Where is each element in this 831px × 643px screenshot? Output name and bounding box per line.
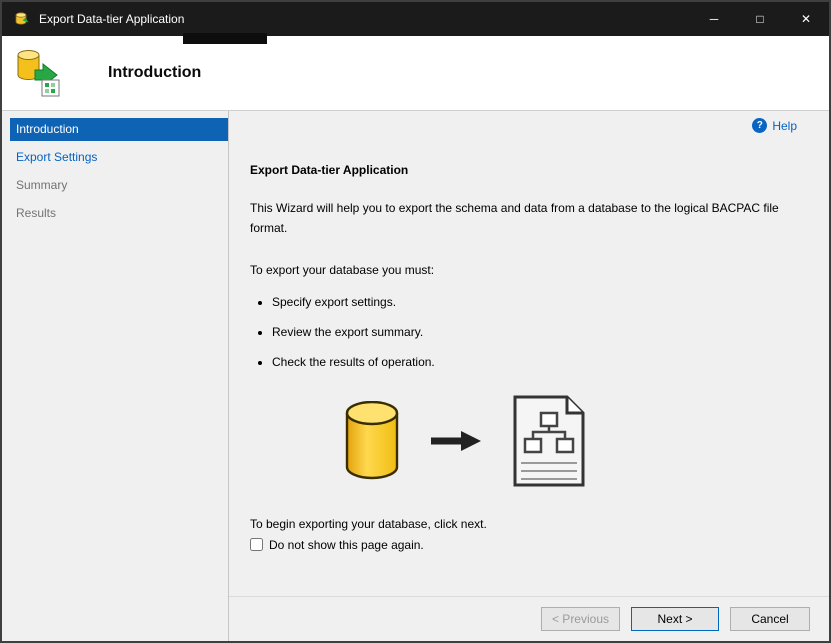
dont-show-again-row: Do not show this page again. <box>250 538 799 552</box>
begin-instruction: To begin exporting your database, click … <box>250 516 487 531</box>
export-database-icon <box>17 50 60 97</box>
titlebar-shadow-artifact <box>183 33 267 44</box>
wizard-steps-sidebar: Introduction Export Settings Summary Res… <box>2 111 229 641</box>
wizard-footer: < Previous Next > Cancel <box>229 596 829 641</box>
export-datatier-wizard-window: Export Data-tier Application ─ □ ✕ Intro… <box>0 0 831 643</box>
sidebar-item-introduction[interactable]: Introduction <box>10 118 228 141</box>
close-button[interactable]: ✕ <box>783 2 829 36</box>
bacpac-file-icon <box>513 395 585 487</box>
wizard-content: ? Help Export Data-tier Application This… <box>229 111 829 641</box>
wizard-body: Introduction Export Settings Summary Res… <box>2 111 829 641</box>
list-item: Check the results of operation. <box>272 355 799 369</box>
cancel-button[interactable]: Cancel <box>730 607 810 631</box>
help-label: Help <box>772 118 797 133</box>
help-icon: ? <box>752 118 768 133</box>
maximize-button[interactable]: □ <box>737 2 783 36</box>
minimize-button[interactable]: ─ <box>691 2 737 36</box>
help-link[interactable]: ? Help <box>752 118 797 133</box>
requirements-list: Specify export settings. Review the expo… <box>272 295 799 369</box>
sidebar-item-summary[interactable]: Summary <box>10 174 228 197</box>
previous-button[interactable]: < Previous <box>540 607 620 631</box>
intro-paragraph: This Wizard will help you to export the … <box>250 201 779 235</box>
list-item: Specify export settings. <box>272 295 799 309</box>
titlebar: Export Data-tier Application ─ □ ✕ <box>2 2 829 36</box>
content-body: Export Data-tier Application This Wizard… <box>229 111 829 552</box>
sidebar-item-export-settings[interactable]: Export Settings <box>10 146 228 169</box>
next-button[interactable]: Next > <box>631 607 719 631</box>
app-icon <box>15 12 29 25</box>
window-title: Export Data-tier Application <box>39 12 185 26</box>
page-title: Introduction <box>108 64 202 81</box>
dont-show-again-checkbox[interactable] <box>250 538 263 552</box>
wizard-header: Introduction <box>2 36 829 111</box>
export-illustration <box>343 393 799 489</box>
database-cylinder-icon <box>345 400 399 479</box>
list-item: Review the export summary. <box>272 325 799 339</box>
content-heading: Export Data-tier Application <box>250 163 409 177</box>
requirements-label: To export your database you must: <box>250 262 435 277</box>
dont-show-again-label: Do not show this page again. <box>269 537 424 552</box>
sidebar-item-results[interactable]: Results <box>10 202 228 225</box>
window-controls: ─ □ ✕ <box>691 2 829 36</box>
right-arrow-icon <box>431 430 481 451</box>
